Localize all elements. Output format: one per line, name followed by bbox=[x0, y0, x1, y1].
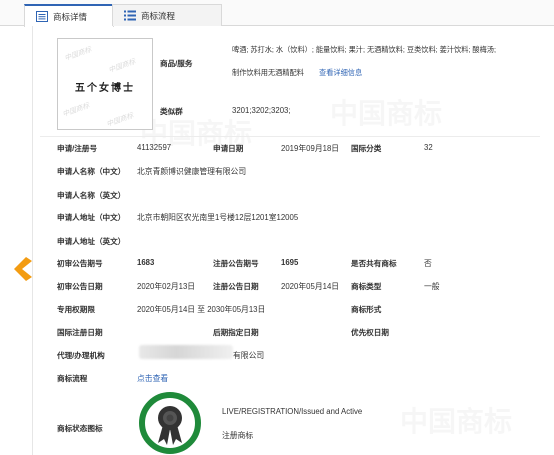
tab-bar: 商标详情 商标流程 bbox=[0, 0, 554, 27]
priority-date-label: 优先权日期 bbox=[351, 328, 389, 337]
tab-trademark-detail[interactable]: 商标详情 bbox=[24, 4, 114, 27]
process-label: 商标流程 bbox=[57, 374, 88, 383]
goods-label: 商品/服务 bbox=[160, 59, 193, 68]
reg-pub-no-label: 注册公告期号 bbox=[213, 259, 259, 268]
image-watermark: 中国商标 bbox=[107, 58, 137, 75]
address-en-label: 申请人地址（英文） bbox=[57, 237, 126, 246]
reg-no-value: 41132597 bbox=[137, 143, 172, 152]
prelim-date-value: 2020年02月13日 bbox=[137, 282, 196, 291]
intl-class-label: 国际分类 bbox=[351, 144, 382, 153]
status-icon-label: 商标状态图标 bbox=[57, 424, 103, 433]
similar-group-label: 类似群 bbox=[160, 107, 183, 116]
tab-trademark-flow[interactable]: 商标流程 bbox=[112, 4, 222, 26]
goods-line-2: 制作饮料用无酒精配料 bbox=[232, 68, 304, 77]
prelim-date-label: 初审公告日期 bbox=[57, 282, 103, 291]
flow-list-icon bbox=[124, 10, 136, 21]
goods-detail-link[interactable]: 查看详细信息 bbox=[319, 68, 362, 78]
status-en: LIVE/REGISTRATION/Issued and Active bbox=[222, 407, 363, 416]
goods-line-1: 啤酒; 苏打水; 水（饮料）; 能量饮料; 果汁; 无酒精饮料; 豆类饮料; 姜… bbox=[232, 45, 496, 54]
shared-value: 否 bbox=[424, 259, 432, 268]
shared-label: 是否共有商标 bbox=[351, 259, 397, 268]
image-watermark: 中国商标 bbox=[63, 46, 93, 63]
process-view-link[interactable]: 点击查看 bbox=[137, 373, 168, 384]
similar-group-value: 3201;3202;3203; bbox=[232, 106, 291, 115]
agent-redacted bbox=[139, 345, 233, 359]
trademark-image-text: 五个女博士 bbox=[75, 83, 135, 94]
address-cn-value: 北京市朝阳区农光南里1号楼12层1201室12005 bbox=[137, 213, 299, 222]
detail-list-icon bbox=[36, 11, 48, 22]
reg-pub-no-value: 1695 bbox=[281, 258, 299, 267]
tab-label: 商标流程 bbox=[141, 11, 176, 21]
registered-ribbon-icon bbox=[139, 392, 201, 454]
image-watermark: 中国商标 bbox=[105, 112, 135, 129]
intl-reg-date-label: 国际注册日期 bbox=[57, 328, 103, 337]
status-cn: 注册商标 bbox=[222, 431, 254, 440]
exclusive-value: 2020年05月14日 至 2030年05月13日 bbox=[137, 305, 266, 314]
applicant-cn-value: 北京青颜博识健康管理有限公司 bbox=[137, 167, 247, 176]
reg-no-label: 申请/注册号 bbox=[57, 144, 98, 153]
tm-form-label: 商标形式 bbox=[351, 305, 382, 314]
applicant-en-label: 申请人名称（英文） bbox=[57, 191, 126, 200]
tab-label: 商标详情 bbox=[53, 12, 88, 22]
exclusive-label: 专用权期限 bbox=[57, 305, 95, 314]
image-watermark: 中国商标 bbox=[61, 102, 91, 119]
prelim-no-value: 1683 bbox=[137, 258, 155, 267]
prelim-no-label: 初审公告期号 bbox=[57, 259, 103, 268]
reg-pub-date-value: 2020年05月14日 bbox=[281, 282, 340, 291]
intl-class-value: 32 bbox=[424, 143, 433, 152]
agent-label: 代理/办理机构 bbox=[57, 351, 105, 360]
agent-value: 有限公司 bbox=[233, 351, 265, 360]
tm-type-value: 一般 bbox=[424, 282, 440, 291]
app-date-label: 申请日期 bbox=[213, 144, 244, 153]
trademark-image: 中国商标 中国商标 中国商标 中国商标 五个女博士 bbox=[57, 38, 153, 130]
later-date-label: 后期指定日期 bbox=[213, 328, 259, 337]
chevron-left-icon[interactable] bbox=[12, 257, 32, 281]
applicant-cn-label: 申请人名称（中文） bbox=[57, 167, 126, 176]
reg-pub-date-label: 注册公告日期 bbox=[213, 282, 259, 291]
tm-type-label: 商标类型 bbox=[351, 282, 382, 291]
app-date-value: 2019年09月18日 bbox=[281, 144, 340, 153]
address-cn-label: 申请人地址（中文） bbox=[57, 213, 126, 222]
divider bbox=[40, 136, 540, 137]
